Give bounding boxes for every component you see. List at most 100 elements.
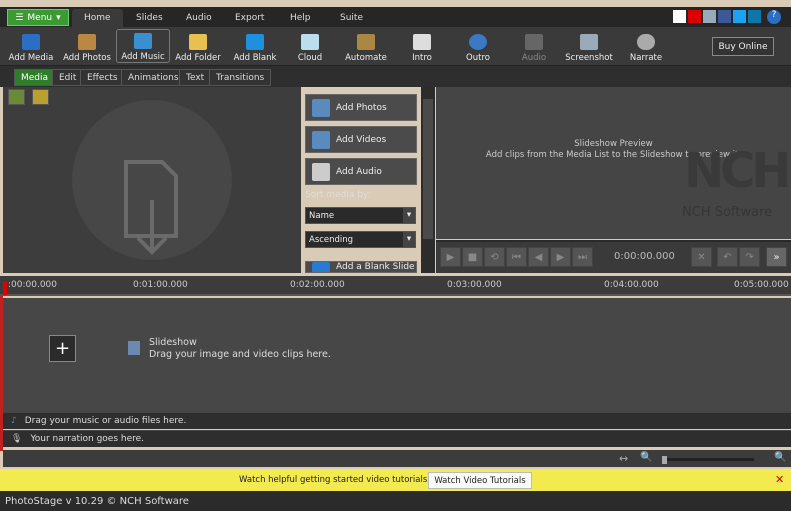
- music-note-icon: ♪: [11, 416, 17, 426]
- skip-end-icon[interactable]: ⏭: [572, 247, 593, 267]
- media-panel-scrollbar[interactable]: [421, 87, 435, 273]
- tab-suite[interactable]: Suite: [328, 9, 375, 27]
- slideshow-preview: Slideshow Preview Add clips from the Med…: [436, 87, 791, 239]
- status-bar: PhotoStage v 10.29 © NCH Software: [0, 491, 791, 511]
- close-icon[interactable]: ✕: [691, 247, 712, 267]
- clapperboard-icon: [413, 34, 431, 50]
- subtab-effects[interactable]: Effects: [80, 69, 125, 86]
- redo-icon[interactable]: ↷: [739, 247, 760, 267]
- narrate-button[interactable]: Narrate: [629, 29, 663, 63]
- drop-media-placeholder: [72, 100, 232, 260]
- subtab-text[interactable]: Text: [179, 69, 212, 86]
- hamburger-icon: ☰: [15, 12, 24, 23]
- chevron-down-icon: ▾: [403, 208, 415, 223]
- sort-order-select[interactable]: Ascending ▾: [305, 231, 416, 248]
- outro-button[interactable]: Outro: [464, 29, 492, 63]
- preview-time: 0:00:00.000: [614, 251, 675, 262]
- photos-icon: [312, 98, 330, 117]
- play-icon[interactable]: ▶: [440, 247, 461, 267]
- automate-button[interactable]: Automate: [345, 29, 387, 63]
- add-media-button[interactable]: Add Media: [8, 29, 54, 63]
- twitter-icon[interactable]: [733, 10, 746, 23]
- sort-field-select[interactable]: Name ▾: [305, 207, 416, 224]
- tab-export[interactable]: Export: [223, 9, 276, 27]
- step-forward-icon[interactable]: ▶: [550, 247, 571, 267]
- audio-button[interactable]: Audio: [520, 29, 548, 63]
- sort-label: Sort media by:: [305, 190, 371, 200]
- add-slide-button[interactable]: +: [49, 335, 76, 362]
- timeline-ruler[interactable]: [0, 276, 791, 296]
- add-music-icon: [134, 33, 152, 49]
- zoom-in-icon[interactable]: 🔍: [774, 452, 786, 463]
- watch-tutorials-button[interactable]: Watch Video Tutorials: [428, 472, 532, 489]
- tab-slides[interactable]: Slides: [124, 9, 175, 27]
- microphone-icon: [637, 34, 655, 50]
- automate-icon: [357, 34, 375, 50]
- social-icons: ?: [673, 10, 781, 24]
- tab-home[interactable]: Home: [72, 9, 123, 27]
- add-media-icon: [22, 34, 40, 50]
- undo-icon[interactable]: ↶: [717, 247, 738, 267]
- file-download-icon: [124, 160, 178, 255]
- nch-logo: NCH: [684, 143, 791, 199]
- intro-button[interactable]: Intro: [408, 29, 436, 63]
- like-icon[interactable]: [703, 10, 716, 23]
- subtab-transitions[interactable]: Transitions: [209, 69, 272, 86]
- youtube-icon[interactable]: [688, 10, 701, 23]
- audio-track[interactable]: ♪ Drag your music or audio files here.: [3, 412, 791, 429]
- add-blank-button[interactable]: Add Blank: [233, 29, 277, 63]
- screenshot-icon: [580, 34, 598, 50]
- add-folder-button[interactable]: Add Folder: [175, 29, 221, 63]
- slideshow-track[interactable]: [3, 298, 791, 412]
- fit-timeline-icon[interactable]: ↔: [619, 452, 628, 465]
- tab-help[interactable]: Help: [278, 9, 323, 27]
- add-photos-panel-button[interactable]: Add Photos: [305, 94, 417, 121]
- zoom-slider[interactable]: [662, 456, 754, 464]
- slideshow-hint: Drag your image and video clips here.: [149, 349, 331, 360]
- loop-icon[interactable]: ⟲: [484, 247, 505, 267]
- cloud-icon: [301, 34, 319, 50]
- subtab-media[interactable]: Media: [14, 69, 56, 86]
- facebook-icon[interactable]: [718, 10, 731, 23]
- folder-view-icon[interactable]: [32, 89, 49, 105]
- outro-icon: [469, 34, 487, 50]
- cloud-button[interactable]: Cloud: [293, 29, 327, 63]
- subtab-edit[interactable]: Edit: [52, 69, 84, 86]
- add-audio-panel-button[interactable]: Add Audio: [305, 158, 417, 185]
- expand-icon[interactable]: »: [766, 247, 787, 267]
- subtab-animations[interactable]: Animations: [121, 69, 186, 86]
- nch-logo-text: NCH Software: [682, 205, 773, 220]
- banner-text: Watch helpful getting started video tuto…: [239, 475, 430, 485]
- skip-start-icon[interactable]: ⏮: [506, 247, 527, 267]
- add-videos-panel-button[interactable]: Add Videos: [305, 126, 417, 153]
- zoom-out-icon[interactable]: 🔍: [640, 452, 652, 463]
- add-blank-slide-button[interactable]: Add a Blank Slide: [305, 261, 417, 273]
- buy-online-button[interactable]: Buy Online: [712, 37, 774, 56]
- step-back-icon[interactable]: ◀: [528, 247, 549, 267]
- flickr-icon[interactable]: [673, 10, 686, 23]
- tab-audio[interactable]: Audio: [174, 9, 224, 27]
- help-icon[interactable]: ?: [767, 10, 781, 24]
- add-folder-icon: [189, 34, 207, 50]
- blank-slide-icon: [312, 262, 330, 272]
- add-photos-button[interactable]: Add Photos: [62, 29, 112, 63]
- ruler-label: 0:02:00.000: [290, 280, 345, 290]
- add-music-button[interactable]: Add Music: [116, 29, 170, 63]
- playhead[interactable]: [3, 281, 7, 295]
- linkedin-icon[interactable]: [748, 10, 761, 23]
- audio-icon: [525, 34, 543, 50]
- ruler-label: :00:00.000: [8, 280, 58, 290]
- chevron-down-icon: ▾: [56, 12, 61, 23]
- narration-track[interactable]: 🎙 Your narration goes here.: [3, 430, 791, 447]
- view-thumbnails-icon[interactable]: [8, 89, 25, 105]
- menu-button[interactable]: ☰ Menu ▾: [7, 9, 69, 26]
- film-icon: [312, 130, 330, 149]
- stop-icon[interactable]: ■: [462, 247, 483, 267]
- microphone-icon: 🎙: [11, 434, 23, 444]
- ruler-label: 0:01:00.000: [133, 280, 188, 290]
- screenshot-button[interactable]: Screenshot: [565, 29, 613, 63]
- close-banner-icon[interactable]: ✕: [775, 473, 784, 486]
- add-photos-icon: [78, 34, 96, 50]
- ruler-label: 0:05:00.000: [734, 280, 789, 290]
- ruler-label: 0:04:00.000: [604, 280, 659, 290]
